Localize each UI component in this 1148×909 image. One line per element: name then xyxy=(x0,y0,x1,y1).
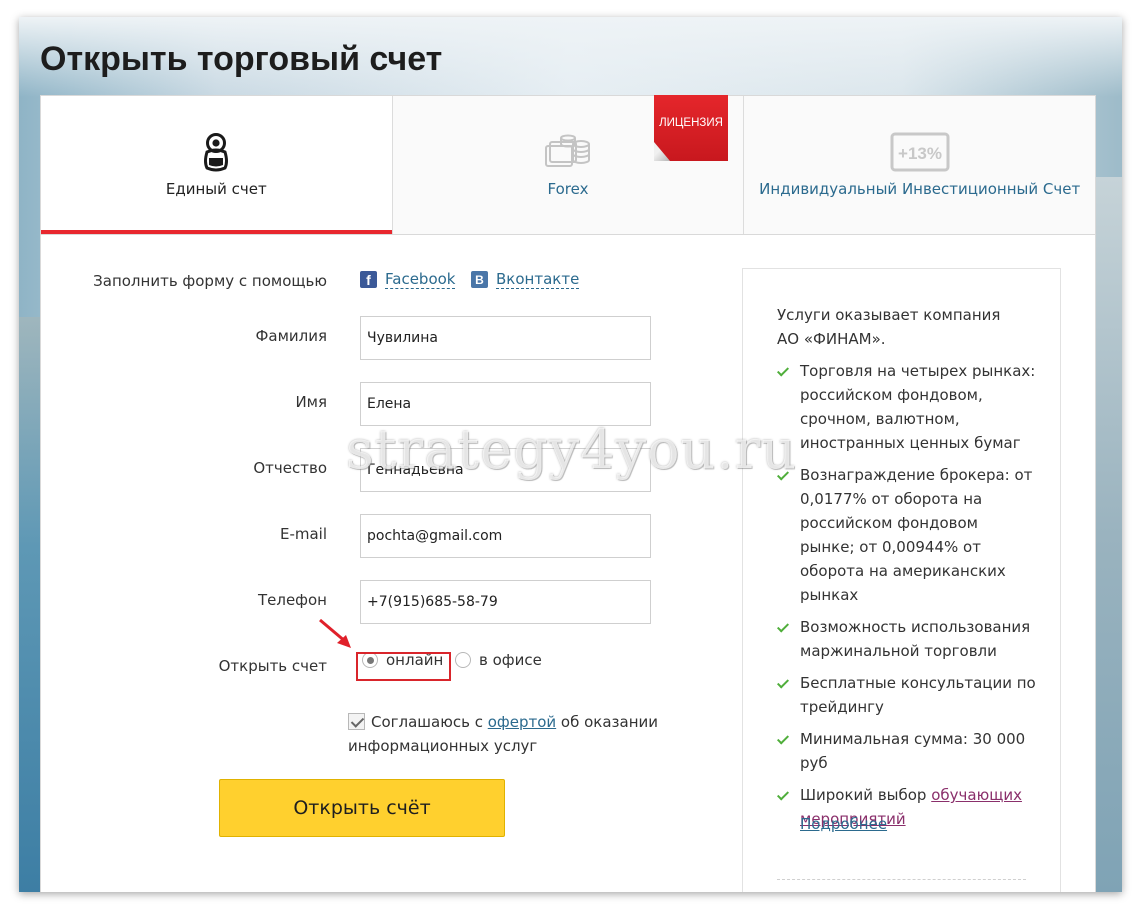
list-item-text: Бесплатные консультации по трейдингу xyxy=(800,674,1036,716)
license-ribbon: ЛИЦЕНЗИЯ xyxy=(654,95,728,161)
tab-label: Единый счет xyxy=(165,180,267,198)
list-item-text: Минимальная сумма: 30 000 руб xyxy=(800,730,1026,772)
benefits-list: Торговля на четырех рынках: российском ф… xyxy=(776,359,1037,839)
matryoshka-icon xyxy=(202,132,230,172)
tab-iis[interactable]: +13% Индивидуальный Инвестиционный Счет xyxy=(744,96,1096,234)
phone-field[interactable]: +7(915)685-58-79 xyxy=(360,580,651,624)
more-link[interactable]: Подробнее xyxy=(800,815,887,833)
agreement-checkbox[interactable] xyxy=(348,713,365,730)
list-item-text: Торговля на четырех рынках: российском ф… xyxy=(800,362,1036,452)
surname-label: Фамилия xyxy=(255,327,327,345)
vkontakte-link-group[interactable]: В Вконтакте xyxy=(471,270,580,289)
tab-label: Индивидуальный Инвестиционный Счет xyxy=(759,180,1081,198)
radio-office-control[interactable] xyxy=(455,652,471,668)
phone-label: Телефон xyxy=(257,591,327,609)
sidebar-intro: Услуги оказывает компания АО «ФИНАМ». xyxy=(777,306,1001,348)
coins-stack-icon xyxy=(543,132,593,172)
patronymic-field[interactable]: Геннадьевна xyxy=(360,448,651,492)
check-icon xyxy=(776,788,790,801)
list-item: Торговля на четырех рынках: российском ф… xyxy=(776,359,1037,455)
offer-link[interactable]: офертой xyxy=(488,713,556,731)
check-icon xyxy=(776,732,790,745)
list-item: Вознаграждение брокера: от 0,0177% от об… xyxy=(776,463,1037,607)
surname-field[interactable]: Чувилина xyxy=(360,316,651,360)
facebook-icon: f xyxy=(360,271,377,288)
list-item: Возможность использования маржинальной т… xyxy=(776,615,1037,663)
open-account-label: Открыть счет xyxy=(218,657,327,675)
check-icon xyxy=(776,468,790,481)
iis-badge-text: +13% xyxy=(898,144,942,163)
sidebar-divider xyxy=(777,879,1026,880)
email-field[interactable]: pochta@gmail.com xyxy=(360,514,651,558)
tab-single-account[interactable]: Единый счет xyxy=(41,96,393,234)
highlight-annotation-box xyxy=(356,652,451,681)
info-sidebar: Услуги оказывает компания АО «ФИНАМ». То… xyxy=(742,268,1061,892)
vkontakte-icon: В xyxy=(471,271,488,288)
vkontakte-link[interactable]: Вконтакте xyxy=(496,270,580,289)
facebook-link[interactable]: Facebook xyxy=(385,270,456,289)
facebook-link-group[interactable]: f Facebook xyxy=(360,270,456,289)
license-ribbon-label: ЛИЦЕНЗИЯ xyxy=(659,117,723,129)
agreement: Соглашаюсь с офертой об оказании информа… xyxy=(348,710,668,758)
list-item-text: Вознаграждение брокера: от 0,0177% от об… xyxy=(800,466,1033,604)
tab-label: Forex xyxy=(547,180,589,198)
plus-13-percent-icon: +13% xyxy=(890,132,950,172)
list-item: Бесплатные консультации по трейдингу xyxy=(776,671,1037,719)
email-label: E-mail xyxy=(279,525,327,543)
name-label: Имя xyxy=(295,393,327,411)
list-item-text: Широкий выбор xyxy=(800,786,932,804)
list-item: Минимальная сумма: 30 000 руб xyxy=(776,727,1037,775)
check-icon xyxy=(776,620,790,633)
list-item-text: Возможность использования маржинальной т… xyxy=(800,618,1031,660)
agreement-text-before: Соглашаюсь с xyxy=(371,713,488,731)
social-fill-label: Заполнить форму с помощью xyxy=(93,272,327,290)
radio-office-label: в офисе xyxy=(479,651,542,669)
name-field[interactable]: Елена xyxy=(360,382,651,426)
page-title: Открыть торговый счет xyxy=(40,40,443,78)
account-type-tabs: Единый счет Forex +13% Индивидуальный Ин… xyxy=(40,95,1096,235)
check-icon xyxy=(776,676,790,689)
open-account-button[interactable]: Открыть счёт xyxy=(219,779,505,837)
check-icon xyxy=(776,364,790,377)
patronymic-label: Отчество xyxy=(253,459,327,477)
radio-office[interactable]: в офисе xyxy=(455,651,542,669)
